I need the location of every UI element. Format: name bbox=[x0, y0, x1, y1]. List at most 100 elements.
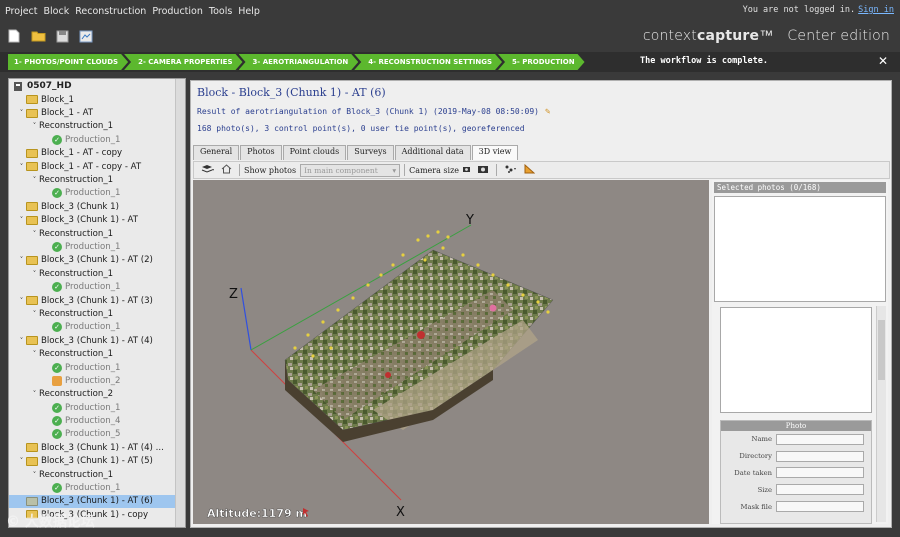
tab-photos[interactable]: Photos bbox=[240, 145, 282, 160]
save-icon[interactable] bbox=[53, 27, 71, 45]
page-title: Block - Block_3 (Chunk 1) - AT (6) bbox=[197, 86, 386, 99]
tree-item-label: Production_1 bbox=[65, 241, 121, 252]
expand-caret-icon[interactable]: ˅ bbox=[30, 350, 39, 358]
tree-item[interactable]: ˅ Reconstruction_1 bbox=[9, 227, 185, 240]
date-taken-field[interactable] bbox=[776, 467, 864, 479]
tree-item[interactable]: ˅ Block_3 (Chunk 1) - AT (4) bbox=[9, 334, 185, 347]
terrain-model bbox=[284, 249, 554, 442]
tree-scrollbar[interactable] bbox=[175, 79, 185, 527]
3d-viewport[interactable]: Z Y X Altitude: 1179 m bbox=[193, 180, 709, 524]
tab-3d-view[interactable]: 3D view bbox=[471, 145, 519, 160]
tree-item[interactable]: ˅ Block_3 (Chunk 1) - AT (3) bbox=[9, 294, 185, 307]
camera-point bbox=[391, 263, 395, 267]
tab-general[interactable]: General bbox=[193, 145, 240, 160]
tree-item[interactable]: Block_3 (Chunk 1) - AT (4) ... bbox=[9, 441, 185, 454]
tree-item-label: Reconstruction_2 bbox=[39, 389, 114, 400]
home-icon[interactable] bbox=[221, 163, 232, 177]
tree-item[interactable]: ˅ Block_1 - AT bbox=[9, 106, 185, 119]
expand-caret-icon[interactable]: ˅ bbox=[30, 270, 39, 278]
tree-item[interactable]: ˅ Reconstruction_1 bbox=[9, 347, 185, 360]
tree-item[interactable]: ˅ Reconstruction_1 bbox=[9, 307, 185, 320]
tree-item[interactable]: ✓ Production_1 bbox=[9, 401, 185, 414]
expand-caret-icon[interactable]: ˅ bbox=[17, 337, 26, 345]
selected-photos-list[interactable] bbox=[714, 196, 886, 302]
tree-item[interactable]: ˅ Reconstruction_1 bbox=[9, 173, 185, 186]
expand-caret-icon[interactable]: ˅ bbox=[17, 297, 26, 305]
tree-item[interactable]: ˅ Reconstruction_2 bbox=[9, 388, 185, 401]
workflow-step-production[interactable]: 5- PRODUCTION bbox=[498, 54, 585, 70]
expand-caret-icon[interactable]: ˅ bbox=[17, 163, 26, 171]
tree-item[interactable]: ✓ Production_1 bbox=[9, 187, 185, 200]
menu-project[interactable]: Project bbox=[5, 6, 38, 17]
menu-block[interactable]: Block bbox=[44, 6, 70, 17]
expand-caret-icon[interactable]: ˅ bbox=[30, 310, 39, 318]
expand-caret-icon[interactable]: ˅ bbox=[17, 216, 26, 224]
camera-point bbox=[366, 283, 370, 287]
tree-item[interactable]: Block_1 - AT - copy bbox=[9, 147, 185, 160]
workflow-step-reconstruction[interactable]: 4- RECONSTRUCTION SETTINGS bbox=[354, 54, 502, 70]
tab-point-clouds[interactable]: Point clouds bbox=[282, 145, 347, 160]
sign-in-link[interactable]: Sign in bbox=[858, 5, 894, 15]
tree-item[interactable]: ✓ Production_1 bbox=[9, 481, 185, 494]
expand-caret-icon[interactable]: ˅ bbox=[17, 457, 26, 465]
directory-field[interactable] bbox=[776, 450, 864, 462]
workflow-step-camera[interactable]: 2- CAMERA PROPERTIES bbox=[124, 54, 242, 70]
edit-pencil-icon[interactable]: ✎ bbox=[545, 107, 555, 117]
tab-surveys[interactable]: Surveys bbox=[347, 145, 394, 160]
tab-additional-data[interactable]: Additional data bbox=[394, 145, 471, 160]
expand-caret-icon[interactable]: ˅ bbox=[30, 176, 39, 184]
scrollbar-thumb[interactable] bbox=[878, 320, 885, 380]
menu-reconstruction[interactable]: Reconstruction bbox=[75, 6, 146, 17]
open-folder-icon[interactable] bbox=[29, 27, 47, 45]
expand-caret-icon[interactable]: ˅ bbox=[30, 230, 39, 238]
expand-caret-icon[interactable]: ˅ bbox=[30, 390, 39, 398]
tree-item[interactable]: Block_1 bbox=[9, 93, 185, 106]
tree-item[interactable]: ✓ Production_1 bbox=[9, 240, 185, 253]
menu-tools[interactable]: Tools bbox=[209, 6, 232, 17]
mask-file-field[interactable] bbox=[776, 501, 864, 513]
tree-item[interactable]: ˅ Block_3 (Chunk 1) - AT bbox=[9, 214, 185, 227]
expand-caret-icon[interactable]: ˅ bbox=[30, 471, 39, 479]
tree-item[interactable]: ✓ Production_1 bbox=[9, 280, 185, 293]
tree-item[interactable]: ✓ Production_4 bbox=[9, 414, 185, 427]
production-complete-icon: ✓ bbox=[52, 429, 62, 440]
camera-small-icon[interactable] bbox=[462, 165, 471, 176]
tree-item-label: Block_3 (Chunk 1) - AT (4) ... bbox=[41, 442, 164, 453]
workflow-step-photos[interactable]: 1- PHOTOS/POINT CLOUDS bbox=[8, 54, 128, 70]
3d-scene[interactable]: Z Y X Altitude: 1179 m bbox=[193, 180, 709, 524]
tree-item[interactable]: ˅ Reconstruction_1 bbox=[9, 468, 185, 481]
close-icon[interactable]: ✕ bbox=[878, 54, 888, 68]
tree-item[interactable]: Block_3 (Chunk 1) - AT (6) bbox=[9, 494, 185, 509]
tree-item[interactable]: ✓ Production_1 bbox=[9, 133, 185, 146]
menu-help[interactable]: Help bbox=[238, 6, 260, 17]
selected-photos-header: Selected photos (0/168) bbox=[714, 182, 886, 193]
tree-item[interactable]: ✓ Production_1 bbox=[9, 361, 185, 374]
tree-item[interactable]: Block_3 (Chunk 1) bbox=[9, 200, 185, 213]
name-field[interactable] bbox=[776, 433, 864, 445]
expand-caret-icon[interactable]: ˅ bbox=[17, 109, 26, 117]
brand-edition: Center edition bbox=[787, 28, 890, 44]
tree-item[interactable]: ˅ Block_3 (Chunk 1) - AT (2) bbox=[9, 254, 185, 267]
tree-item[interactable]: ✓ Production_1 bbox=[9, 321, 185, 334]
export-icon[interactable] bbox=[77, 27, 95, 45]
new-icon[interactable] bbox=[5, 27, 23, 45]
side-scrollbar[interactable] bbox=[876, 306, 886, 522]
expand-caret-icon[interactable]: ˅ bbox=[30, 122, 39, 130]
tree-item[interactable]: ˅ Block_1 - AT - copy - AT bbox=[9, 160, 185, 173]
tree-item[interactable]: ˅ Block_3 (Chunk 1) - AT (5) bbox=[9, 455, 185, 468]
component-select[interactable]: In main component ▾ bbox=[300, 163, 401, 177]
workflow-step-aerotriangulation[interactable]: 3- AEROTRIANGULATION bbox=[239, 54, 359, 70]
camera-size-label: Camera size bbox=[409, 165, 460, 175]
camera-large-icon[interactable] bbox=[477, 164, 489, 177]
tree-item[interactable]: ˅ Reconstruction_1 bbox=[9, 267, 185, 280]
expand-caret-icon[interactable]: ˅ bbox=[17, 256, 26, 264]
tree-item[interactable]: Production_2 bbox=[9, 374, 185, 387]
tree-item[interactable]: ✓ Production_5 bbox=[9, 428, 185, 441]
measure-icon[interactable] bbox=[524, 163, 536, 177]
layers-icon[interactable] bbox=[201, 164, 215, 177]
tie-points-icon[interactable] bbox=[504, 164, 518, 177]
tree-root[interactable]: 0507_HD bbox=[9, 79, 185, 93]
menu-production[interactable]: Production bbox=[152, 6, 203, 17]
size-field[interactable] bbox=[776, 484, 864, 496]
tree-item[interactable]: ˅ Reconstruction_1 bbox=[9, 120, 185, 133]
